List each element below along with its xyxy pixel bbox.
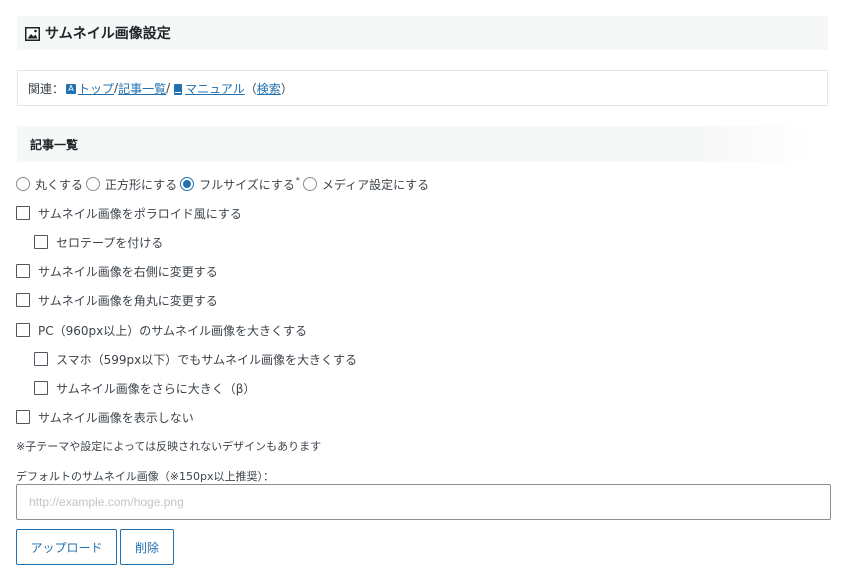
- checkbox-label: サムネイル画像をさらに大きく（β）: [56, 381, 256, 396]
- settings-header: サムネイル画像設定: [17, 16, 828, 50]
- checkbox-mobile-large[interactable]: スマホ（599px以下）でもサムネイル画像を大きくする: [34, 351, 357, 367]
- radio-label: 正方形にする: [105, 177, 178, 192]
- section-title: 記事一覧: [17, 126, 817, 162]
- checkbox[interactable]: [16, 410, 30, 424]
- checkbox-label: セロテープを付ける: [56, 235, 164, 250]
- thumbnail-shape-options: 丸くする 正方形にする フルサイズにする * メディア設定にする: [16, 175, 432, 193]
- book-icon: [174, 83, 183, 95]
- upload-button[interactable]: アップロード: [16, 529, 117, 565]
- checkbox-right-side[interactable]: サムネイル画像を右側に変更する: [16, 263, 218, 279]
- radio-label: メディア設定にする: [321, 177, 430, 192]
- checkbox[interactable]: [16, 264, 30, 278]
- radio-button[interactable]: [16, 177, 30, 191]
- checkbox[interactable]: [34, 352, 48, 366]
- default-image-label: デフォルトのサムネイル画像（※150px以上推奨）：: [16, 470, 274, 483]
- page-title: サムネイル画像設定: [45, 26, 171, 42]
- image-icon: [25, 26, 40, 41]
- radio-square[interactable]: 正方形にする: [86, 176, 177, 193]
- radio-button-checked[interactable]: [180, 177, 195, 191]
- radio-button[interactable]: [86, 177, 101, 191]
- checkbox-polaroid[interactable]: サムネイル画像をポラロイド風にする: [16, 205, 242, 221]
- checkbox-hide-thumbnail[interactable]: サムネイル画像を表示しない: [16, 409, 194, 425]
- checkbox[interactable]: [34, 381, 48, 395]
- checkbox-extra-large[interactable]: サムネイル画像をさらに大きく（β）: [34, 380, 255, 396]
- checkbox-rounded-corners[interactable]: サムネイル画像を角丸に変更する: [16, 292, 218, 308]
- checkbox-label: サムネイル画像を角丸に変更する: [38, 293, 218, 308]
- radio-label: 丸くする: [35, 177, 84, 192]
- related-prefix: 関連：: [28, 81, 65, 96]
- separator: /: [166, 81, 171, 95]
- link-top[interactable]: トップ: [78, 80, 114, 97]
- radio-media[interactable]: メディア設定にする: [302, 176, 430, 193]
- link-manual[interactable]: マニュアル: [185, 80, 245, 97]
- radio-round[interactable]: 丸くする: [16, 176, 83, 193]
- checkbox-cellotape[interactable]: セロテープを付ける: [34, 234, 163, 250]
- related-links: 関連： A トップ / 記事一覧 / マニュアル （ 検索 ）: [17, 70, 828, 106]
- checkbox-label: スマホ（599px以下）でもサムネイル画像を大きくする: [56, 352, 358, 367]
- checkbox-label: サムネイル画像を表示しない: [38, 410, 194, 425]
- radio-fullsize[interactable]: フルサイズにする *: [180, 176, 300, 193]
- design-note: ※子テーマや設定によっては反映されないデザインもあります: [16, 440, 322, 453]
- checkbox[interactable]: [16, 293, 30, 307]
- default-marker: *: [295, 175, 300, 185]
- default-image-url-input[interactable]: [16, 484, 831, 520]
- radio-button[interactable]: [302, 177, 317, 191]
- checkbox-pc-large[interactable]: PC（960px以上）のサムネイル画像を大きくする: [16, 322, 307, 338]
- paren-open: （: [244, 81, 257, 96]
- admin-icon: A: [66, 84, 77, 94]
- checkbox[interactable]: [16, 323, 30, 337]
- delete-button[interactable]: 削除: [120, 529, 174, 565]
- checkbox-label: サムネイル画像をポラロイド風にする: [38, 206, 242, 221]
- link-articles[interactable]: 記事一覧: [118, 80, 166, 97]
- checkbox-label: PC（960px以上）のサムネイル画像を大きくする: [38, 323, 307, 338]
- checkbox[interactable]: [16, 206, 30, 220]
- radio-label: フルサイズにする: [199, 177, 295, 192]
- link-search[interactable]: 検索: [257, 80, 281, 97]
- paren-close: ）: [280, 81, 293, 96]
- checkbox-label: サムネイル画像を右側に変更する: [38, 264, 218, 279]
- checkbox[interactable]: [34, 235, 48, 249]
